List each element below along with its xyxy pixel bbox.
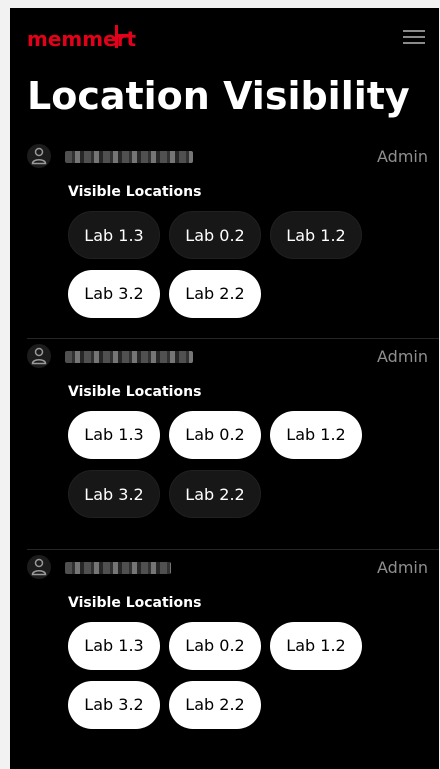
section-divider xyxy=(27,338,439,339)
user-role: Admin xyxy=(377,558,428,577)
memmert-logo: memmert xyxy=(27,25,137,51)
location-chip[interactable]: Lab 0.2 xyxy=(169,622,261,670)
location-chip[interactable]: Lab 1.3 xyxy=(68,411,160,459)
location-chip[interactable]: Lab 2.2 xyxy=(169,470,261,518)
user-avatar-icon xyxy=(27,344,51,368)
user-role: Admin xyxy=(377,147,428,166)
user-role: Admin xyxy=(377,347,428,366)
page-title: Location Visibility xyxy=(27,74,410,118)
user-avatar-icon xyxy=(27,144,51,168)
location-chip[interactable]: Lab 2.2 xyxy=(169,270,261,318)
redacted-user-name xyxy=(65,151,193,163)
visible-locations-label: Visible Locations xyxy=(68,384,202,400)
top-bar: memmert xyxy=(10,8,439,64)
user-visibility-card: Admin Visible Locations Lab 1.3 Lab 0.2 Lab … xyxy=(10,549,439,761)
visible-locations-label: Visible Locations xyxy=(68,595,202,611)
location-chip[interactable]: Lab 1.2 xyxy=(270,411,362,459)
location-chip[interactable]: Lab 3.2 xyxy=(68,681,160,729)
section-divider xyxy=(27,549,439,550)
redacted-user-name xyxy=(65,562,171,574)
hamburger-menu-icon[interactable] xyxy=(403,28,425,46)
location-chip[interactable]: Lab 1.3 xyxy=(68,211,160,259)
redacted-user-name xyxy=(65,351,193,363)
location-chip[interactable]: Lab 3.2 xyxy=(68,470,160,518)
user-visibility-card: Admin Visible Locations Lab 1.3 Lab 0.2 Lab … xyxy=(10,138,439,350)
app-screen: memmert Location Visibility Admin Visible… xyxy=(10,8,439,769)
location-chip[interactable]: Lab 0.2 xyxy=(169,411,261,459)
user-visibility-card: Admin Visible Locations Lab 1.3 Lab 0.2 Lab … xyxy=(10,338,439,550)
location-chip[interactable]: Lab 1.3 xyxy=(68,622,160,670)
location-chip[interactable]: Lab 1.2 xyxy=(270,622,362,670)
location-chip[interactable]: Lab 2.2 xyxy=(169,681,261,729)
user-avatar-icon xyxy=(27,555,51,579)
visible-locations-label: Visible Locations xyxy=(68,184,202,200)
location-chip[interactable]: Lab 1.2 xyxy=(270,211,362,259)
location-chip[interactable]: Lab 3.2 xyxy=(68,270,160,318)
svg-text:memmert: memmert xyxy=(27,27,137,51)
location-chip[interactable]: Lab 0.2 xyxy=(169,211,261,259)
